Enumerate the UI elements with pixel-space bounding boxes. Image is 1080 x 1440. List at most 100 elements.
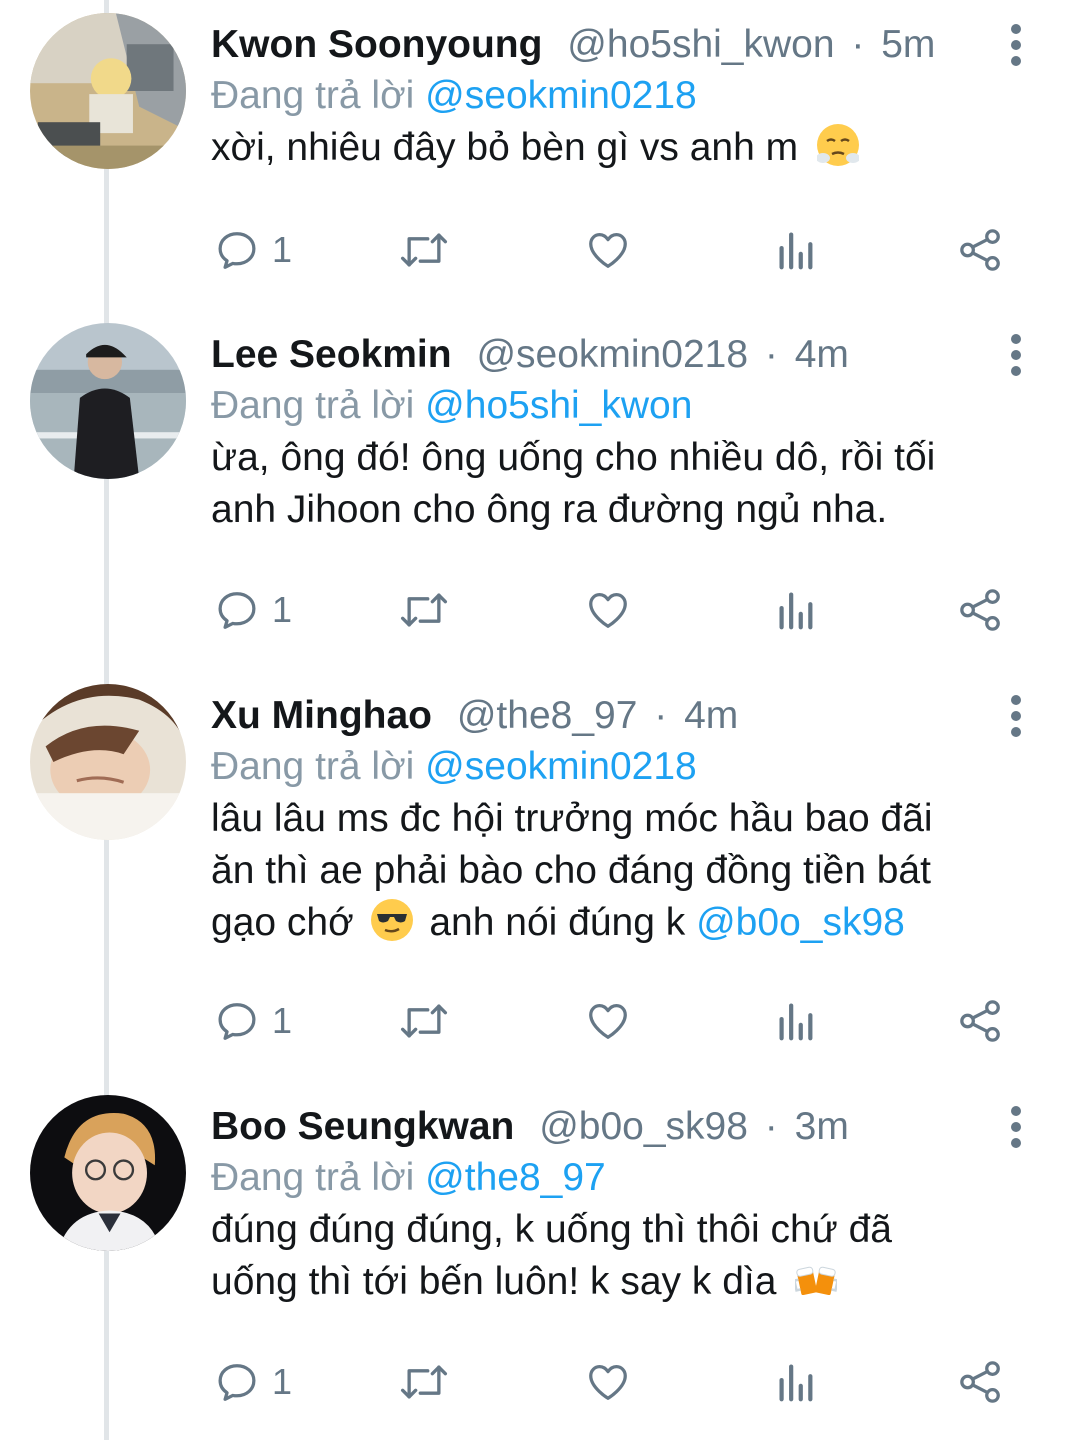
tweet-text-segment: gạo chớ	[211, 901, 354, 944]
tweet-text-segment: uống thì tới bến luôn! k say k dìa	[211, 1260, 777, 1303]
reply-button[interactable]: 1	[214, 580, 292, 640]
more-vertical-icon[interactable]	[1000, 328, 1032, 382]
reply-button[interactable]: 1	[214, 220, 292, 280]
avatar-image	[30, 13, 186, 169]
tweet-actions: 1	[0, 991, 1080, 1051]
analytics-icon	[779, 1364, 813, 1402]
reply-button[interactable]: 1	[214, 991, 292, 1051]
replying-label: Đang trả lời	[211, 745, 415, 788]
separator: ·	[851, 23, 865, 66]
timestamp[interactable]: 4m	[795, 333, 849, 376]
tweet[interactable]: Kwon Soonyoung @ho5shi_kwon · 5m Đang tr…	[0, 0, 1080, 300]
like-button[interactable]	[584, 580, 632, 640]
tweet-text: lâu lâu ms đc hội trưởng móc hầu bao đãi…	[211, 793, 1031, 949]
analytics-button[interactable]	[775, 580, 815, 640]
analytics-icon	[779, 232, 813, 270]
separator: ·	[764, 1105, 778, 1148]
share-icon	[960, 1000, 1000, 1042]
analytics-icon	[779, 592, 813, 630]
analytics-button[interactable]	[775, 1352, 815, 1412]
avatar[interactable]	[30, 684, 186, 840]
steam-from-nose-emoji	[815, 124, 860, 166]
tweet-text-line: xời, nhiêu đây bỏ bèn gì vs anh m	[211, 126, 799, 169]
more-vertical-icon[interactable]	[1000, 1100, 1032, 1154]
share-button[interactable]	[958, 991, 1004, 1051]
tweet-text-line: ăn thì ae phải bào cho đáng đồng tiền bá…	[211, 849, 931, 892]
more-vertical-icon[interactable]	[1000, 18, 1032, 72]
heart-icon	[589, 1365, 627, 1400]
tweet-text-line: lâu lâu ms đc hội trưởng móc hầu bao đãi	[211, 797, 933, 840]
share-icon	[960, 1361, 1000, 1403]
reply-button[interactable]: 1	[214, 1352, 292, 1412]
analytics-button[interactable]	[775, 991, 815, 1051]
display-name[interactable]: Lee Seokmin	[211, 333, 452, 376]
replying-mention[interactable]: @ho5shi_kwon	[425, 384, 692, 427]
tweet-header: Xu Minghao @the8_97 · 4m	[211, 691, 738, 741]
display-name[interactable]: Xu Minghao	[211, 694, 432, 737]
tweet-text-line: ừa, ông đó! ông uống cho nhiều dô, rồi t…	[211, 436, 936, 479]
reply-count: 1	[272, 1000, 293, 1041]
like-button[interactable]	[584, 991, 632, 1051]
reply-icon	[218, 1003, 256, 1040]
more-vertical-icon[interactable]	[1000, 689, 1032, 743]
analytics-icon	[779, 1003, 813, 1041]
reply-icon	[218, 232, 256, 269]
replying-mention[interactable]: @seokmin0218	[425, 74, 697, 117]
reply-icon	[218, 1364, 256, 1401]
user-handle[interactable]: @ho5shi_kwon	[567, 23, 834, 66]
timestamp[interactable]: 3m	[795, 1105, 849, 1148]
user-handle[interactable]: @the8_97	[457, 694, 638, 737]
avatar[interactable]	[30, 323, 186, 479]
replying-mention[interactable]: @the8_97	[425, 1156, 606, 1199]
tweet-actions: 1	[0, 580, 1080, 640]
tweet-text: ừa, ông đó! ông uống cho nhiều dô, rồi t…	[211, 432, 1031, 536]
tweet-header: Kwon Soonyoung @ho5shi_kwon · 5m	[211, 20, 935, 70]
reply-icon	[218, 592, 256, 629]
user-handle[interactable]: @b0o_sk98	[539, 1105, 748, 1148]
separator: ·	[654, 694, 668, 737]
tweet[interactable]: Xu Minghao @the8_97 · 4m Đang trả lời @s…	[0, 671, 1080, 1071]
tweet-text: xời, nhiêu đây bỏ bèn gì vs anh m	[211, 122, 1031, 174]
tweet[interactable]: Lee Seokmin @seokmin0218 · 4m Đang trả l…	[0, 310, 1080, 660]
replying-label: Đang trả lời	[211, 74, 415, 117]
replying-to: Đang trả lời @seokmin0218	[211, 73, 697, 119]
tweet-actions: 1	[0, 220, 1080, 280]
tweet-header: Lee Seokmin @seokmin0218 · 4m	[211, 330, 849, 380]
heart-icon	[589, 1004, 627, 1039]
display-name[interactable]: Kwon Soonyoung	[211, 23, 542, 66]
share-button[interactable]	[958, 580, 1004, 640]
display-name[interactable]: Boo Seungkwan	[211, 1105, 514, 1148]
avatar[interactable]	[30, 1095, 186, 1251]
text-mention[interactable]: @b0o_sk98	[696, 901, 905, 944]
heart-icon	[589, 593, 627, 628]
replying-label: Đang trả lời	[211, 1156, 415, 1199]
avatar[interactable]	[30, 13, 186, 169]
retweet-button[interactable]	[398, 580, 450, 640]
analytics-button[interactable]	[775, 220, 815, 280]
tweet-text: đúng đúng đúng, k uống thì thôi chứ đã u…	[211, 1204, 1031, 1308]
timestamp[interactable]: 5m	[881, 23, 935, 66]
replying-mention[interactable]: @seokmin0218	[425, 745, 697, 788]
retweet-button[interactable]	[398, 220, 450, 280]
tweet-text-line: đúng đúng đúng, k uống thì thôi chứ đã	[211, 1208, 892, 1251]
retweet-icon	[400, 1365, 448, 1399]
share-button[interactable]	[958, 220, 1004, 280]
share-icon	[960, 229, 1000, 271]
retweet-button[interactable]	[398, 991, 450, 1051]
tweet-actions: 1	[0, 1352, 1080, 1412]
tweet[interactable]: Boo Seungkwan @b0o_sk98 · 3m Đang trả lờ…	[0, 1082, 1080, 1440]
retweet-button[interactable]	[398, 1352, 450, 1412]
tweet-text-segment: anh nói đúng k	[429, 901, 686, 944]
retweet-icon	[400, 593, 448, 627]
like-button[interactable]	[584, 220, 632, 280]
timestamp[interactable]: 4m	[684, 694, 738, 737]
clinking-beer-mugs-emoji	[793, 1258, 840, 1300]
share-button[interactable]	[958, 1352, 1004, 1412]
separator: ·	[764, 333, 778, 376]
like-button[interactable]	[584, 1352, 632, 1412]
user-handle[interactable]: @seokmin0218	[476, 333, 748, 376]
heart-icon	[589, 233, 627, 268]
replying-to: Đang trả lời @seokmin0218	[211, 744, 697, 790]
avatar-image	[30, 684, 186, 840]
replying-label: Đang trả lời	[211, 384, 415, 427]
